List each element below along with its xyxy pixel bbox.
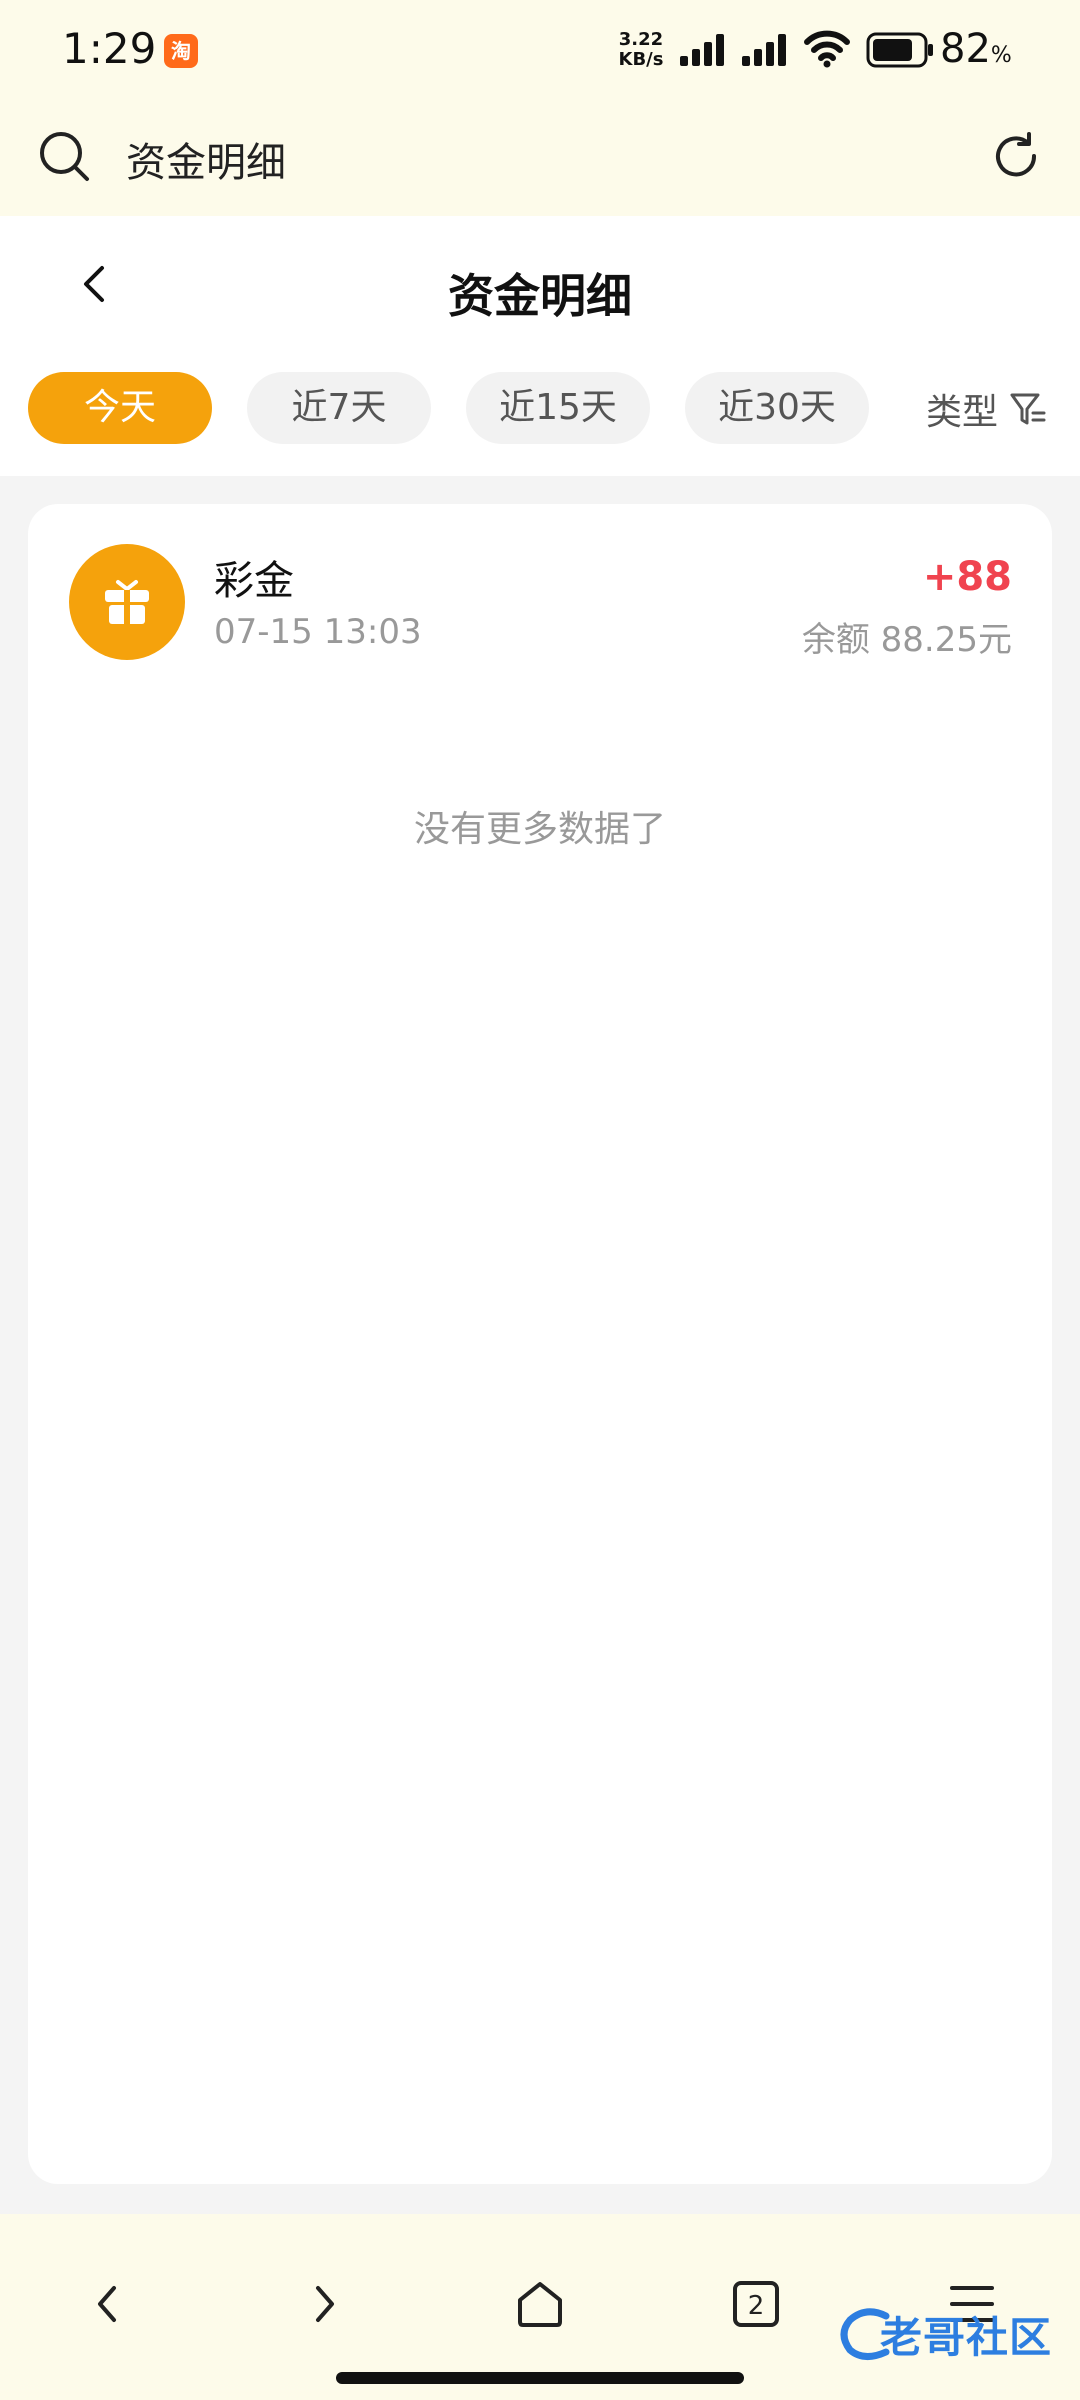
list-item[interactable]: 彩金 07-15 13:03 +88 余额 88.25元 (28, 504, 1052, 694)
type-filter-label: 类型 (926, 392, 999, 433)
network-speed: 3.22 KB/s (613, 30, 669, 70)
nav-back-button[interactable] (68, 2264, 148, 2344)
tab-15-days[interactable]: 近15天 (466, 372, 650, 444)
filter-icon (1010, 393, 1046, 425)
back-icon (98, 2286, 116, 2322)
watermark-logo: 老哥社区 (836, 2300, 1062, 2370)
tab-7-days[interactable]: 近7天 (247, 372, 431, 444)
network-speed-value: 3.22 (618, 29, 664, 50)
tabs-icon: 2 (733, 2281, 779, 2327)
nav-tabs-button[interactable]: 2 (716, 2264, 796, 2344)
forward-icon (316, 2286, 334, 2322)
tab-30-days[interactable]: 近30天 (685, 372, 869, 444)
record-avatar (69, 544, 185, 660)
home-icon (518, 2282, 562, 2327)
browser-bar: 资金明细 (0, 100, 1080, 216)
status-bar: 1:29 淘 3.22 KB/s 82% (0, 0, 1080, 100)
home-indicator (336, 2372, 744, 2384)
gift-icon (105, 580, 149, 624)
nav-forward-button[interactable] (284, 2264, 364, 2344)
tab-today[interactable]: 今天 (28, 372, 212, 444)
address-bar-text[interactable]: 资金明细 (126, 130, 286, 188)
record-balance: 余额 88.25元 (801, 620, 1012, 660)
search-icon[interactable] (36, 128, 92, 184)
battery-icon (866, 32, 933, 68)
refresh-icon[interactable] (988, 128, 1044, 184)
record-title: 彩金 (214, 558, 294, 604)
records-card: 彩金 07-15 13:03 +88 余额 88.25元 没有更多数据了 (28, 504, 1052, 2184)
page-title: 资金明细 (448, 269, 632, 323)
record-amount: +88 (922, 554, 1012, 600)
page-header: 资金明细 (0, 216, 1080, 350)
signal-icon (680, 34, 724, 66)
status-time: 1:29 (62, 24, 157, 73)
signal-icon-2 (742, 34, 786, 66)
filter-bar: 今天 近7天 近15天 近30天 类型 (0, 350, 1080, 476)
watermark-text: 老哥社区 (880, 2313, 1053, 2362)
wifi-icon (804, 30, 850, 68)
network-speed-unit: KB/s (618, 49, 664, 70)
top-area: 1:29 淘 3.22 KB/s 82% 资金明细 (0, 0, 1080, 216)
nav-home-button[interactable] (500, 2264, 580, 2344)
type-filter-button[interactable]: 类型 (926, 386, 1048, 433)
battery-percent: 82% (940, 26, 1012, 72)
taobao-notification-icon: 淘 (164, 34, 198, 68)
tab-count: 2 (748, 2291, 765, 2321)
bottom-nav: 2 老哥社区 (0, 2214, 1080, 2400)
record-time: 07-15 13:03 (214, 612, 422, 652)
no-more-data-text: 没有更多数据了 (413, 809, 666, 850)
